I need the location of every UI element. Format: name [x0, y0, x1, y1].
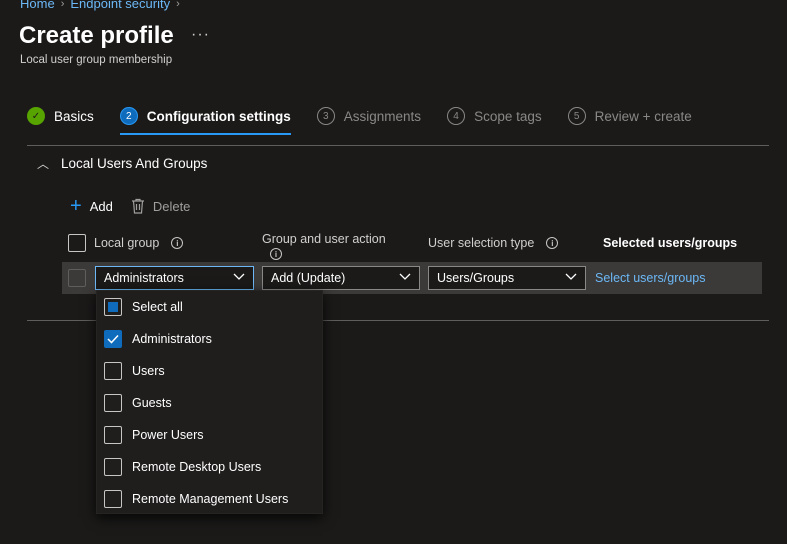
step-label: Scope tags: [474, 108, 542, 124]
step-review-create[interactable]: 5 Review + create: [567, 104, 692, 128]
header-group-action: Group and user action i: [262, 232, 386, 260]
step-label: Review + create: [594, 108, 692, 124]
selection-type-select[interactable]: Users/Groups: [428, 266, 586, 290]
option-label: Users: [132, 364, 165, 378]
option-label: Power Users: [132, 428, 204, 442]
step-number-icon: 4: [447, 107, 466, 125]
header-label: Selected users/groups: [603, 236, 738, 250]
option-select-all[interactable]: Select all: [104, 298, 183, 316]
step-number-icon: 3: [316, 107, 335, 125]
option-label: Guests: [132, 396, 172, 410]
step-label: Basics: [54, 108, 94, 124]
breadcrumb: Home › Endpoint security ›: [20, 0, 180, 11]
option-power-users[interactable]: Power Users: [104, 426, 204, 444]
select-users-groups-link[interactable]: Select users/groups: [595, 271, 705, 285]
chevron-down-icon: [399, 273, 411, 284]
chevron-down-icon: [565, 273, 577, 284]
breadcrumb-home-link[interactable]: Home: [20, 0, 55, 11]
breadcrumb-endpoint-security-link[interactable]: Endpoint security: [70, 0, 170, 11]
checkbox-icon: [104, 362, 122, 380]
local-group-dropdown-list: Select all Administrators Users Guests P…: [96, 290, 323, 514]
step-basics[interactable]: ✓ Basics: [27, 104, 94, 128]
step-number-icon: 2: [119, 107, 138, 125]
header-label: Local group: [94, 236, 160, 250]
chevron-down-icon: [233, 273, 245, 284]
toolbar: + Add Delete: [70, 195, 191, 217]
step-label: Assignments: [343, 108, 422, 124]
group-action-value: Add (Update): [271, 271, 346, 285]
header-local-group: Local group i: [68, 234, 184, 252]
trash-icon: [131, 198, 144, 214]
divider: [27, 145, 769, 146]
option-users[interactable]: Users: [104, 362, 165, 380]
chevron-right-icon: ›: [176, 0, 180, 10]
plus-icon: +: [70, 195, 82, 217]
option-label: Remote Management Users: [132, 492, 289, 506]
local-group-value: Administrators: [104, 271, 184, 285]
chevron-right-icon: ›: [60, 0, 65, 10]
header-selection-type: User selection type i: [428, 236, 559, 250]
wizard-steps: ✓ Basics 2 Configuration settings 3 Assi…: [27, 104, 718, 135]
option-label: Remote Desktop Users: [132, 460, 262, 474]
header-label: User selection type: [428, 236, 535, 250]
step-configuration-settings[interactable]: 2 Configuration settings: [119, 104, 291, 135]
option-guests[interactable]: Guests: [104, 394, 172, 412]
partial-checkbox-icon: [104, 298, 122, 316]
option-label: Administrators: [132, 332, 212, 346]
option-remote-management-users[interactable]: Remote Management Users: [104, 490, 288, 508]
header-selected: Selected users/groups: [603, 236, 737, 250]
step-assignments[interactable]: 3 Assignments: [316, 104, 422, 128]
checkmark-icon: [104, 330, 122, 348]
more-options-icon[interactable]: ···: [191, 26, 210, 44]
checkbox-icon: [104, 458, 122, 476]
info-icon[interactable]: i: [546, 237, 559, 249]
delete-label: Delete: [152, 198, 191, 214]
page-subtitle: Local user group membership: [20, 54, 173, 66]
group-action-select[interactable]: Add (Update): [262, 266, 420, 290]
option-administrators[interactable]: Administrators: [104, 330, 212, 348]
chevron-up-icon[interactable]: ︿: [37, 155, 49, 172]
info-icon[interactable]: i: [171, 237, 184, 249]
delete-button[interactable]: Delete: [131, 198, 191, 214]
select-all-rows-checkbox[interactable]: [68, 234, 86, 252]
step-label: Configuration settings: [146, 108, 291, 124]
section-header[interactable]: ︿ Local Users And Groups: [37, 155, 207, 172]
section-title: Local Users And Groups: [61, 156, 208, 171]
table-header: Local group i Group and user action i Us…: [68, 230, 768, 260]
selection-type-value: Users/Groups: [437, 271, 515, 285]
checkbox-icon: [104, 426, 122, 444]
add-label: Add: [89, 198, 113, 214]
page-title: Create profile: [19, 22, 174, 49]
checkbox-icon: [104, 394, 122, 412]
info-icon[interactable]: i: [270, 248, 282, 260]
checkbox-icon: [104, 490, 122, 508]
header-label: Group and user action: [262, 232, 386, 246]
row-checkbox[interactable]: [68, 269, 86, 287]
local-group-select[interactable]: Administrators: [95, 266, 254, 290]
add-button[interactable]: + Add: [70, 195, 113, 217]
step-number-icon: 5: [567, 107, 586, 125]
step-scope-tags[interactable]: 4 Scope tags: [447, 104, 542, 128]
option-label: Select all: [132, 300, 183, 314]
check-circle-icon: ✓: [27, 107, 45, 125]
option-remote-desktop-users[interactable]: Remote Desktop Users: [104, 458, 261, 476]
